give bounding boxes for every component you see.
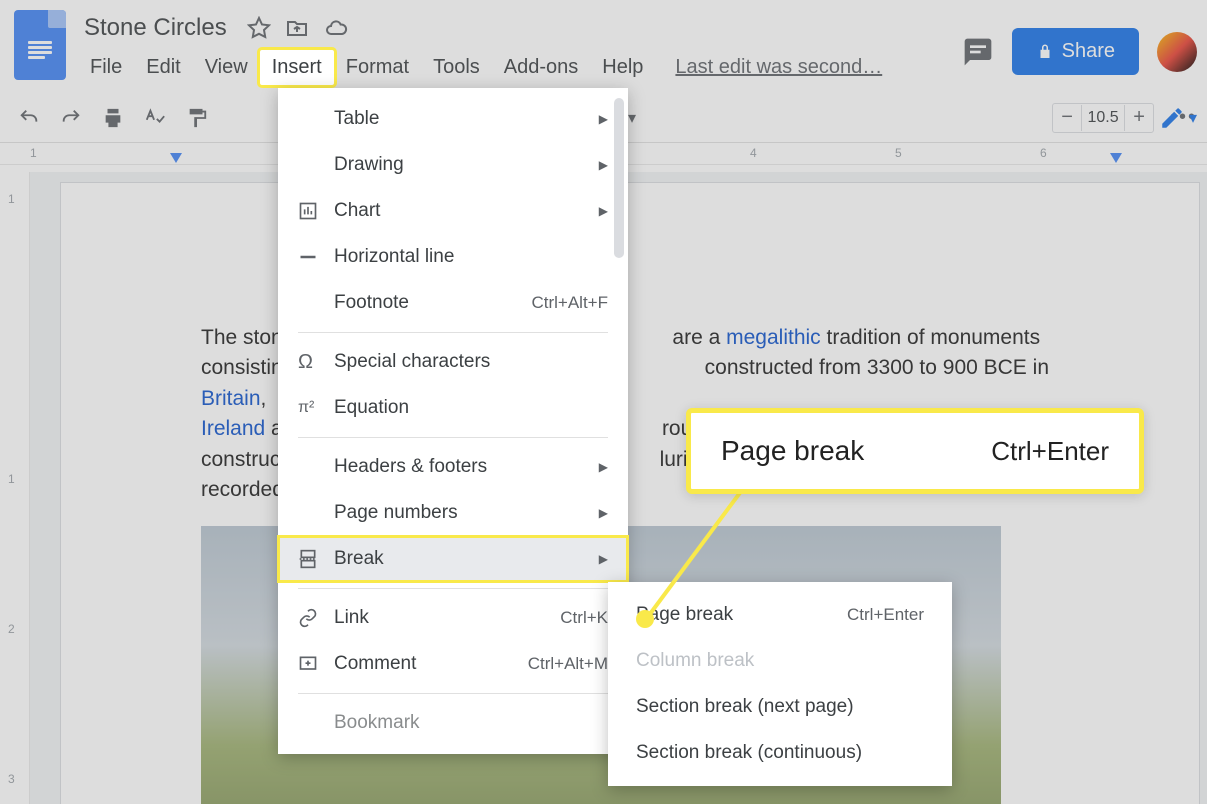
cloud-status-icon[interactable] — [323, 16, 349, 40]
font-size-decrease[interactable]: − — [1053, 104, 1081, 132]
submenu-section-break-next[interactable]: Section break (next page) — [608, 684, 952, 730]
ruler-tick: 1 — [30, 146, 37, 160]
move-icon[interactable] — [285, 16, 309, 40]
tutorial-callout: Page break Ctrl+Enter — [686, 408, 1144, 494]
menu-file[interactable]: File — [78, 50, 134, 85]
menu-separator — [298, 693, 608, 694]
vertical-ruler[interactable]: 1 1 2 3 — [0, 172, 30, 804]
last-edit-link[interactable]: Last edit was second… — [675, 56, 882, 79]
menu-item-break[interactable]: Break▶ — [278, 536, 628, 582]
menu-item-headers-footers[interactable]: Headers & footers▶ — [278, 444, 628, 490]
ruler-tick: 6 — [1040, 146, 1047, 160]
ruler-tick: 3 — [8, 772, 15, 786]
document-title[interactable]: Stone Circles — [78, 12, 233, 44]
link-ireland[interactable]: Ireland — [201, 417, 265, 440]
comment-icon — [298, 654, 334, 674]
callout-shortcut: Ctrl+Enter — [991, 436, 1109, 467]
menu-insert[interactable]: Insert — [260, 50, 334, 85]
account-avatar[interactable] — [1157, 32, 1197, 72]
submenu-page-break[interactable]: Page breakCtrl+Enter — [608, 592, 952, 638]
ruler-tick: 5 — [895, 146, 902, 160]
callout-label: Page break — [721, 435, 864, 467]
break-icon — [298, 549, 334, 569]
editing-mode-button[interactable]: ▾ — [1159, 105, 1197, 131]
menu-edit[interactable]: Edit — [134, 50, 192, 85]
link-britain[interactable]: Britain — [201, 387, 261, 410]
hline-icon — [298, 247, 334, 267]
share-button[interactable]: Share — [1012, 28, 1139, 75]
print-button[interactable] — [98, 103, 128, 133]
omega-icon: Ω — [298, 351, 334, 374]
menu-format[interactable]: Format — [334, 50, 421, 85]
ruler-right-marker[interactable] — [1110, 153, 1122, 163]
undo-button[interactable] — [14, 103, 44, 133]
submenu-section-break-continuous[interactable]: Section break (continuous) — [608, 730, 952, 776]
spellcheck-button[interactable] — [140, 103, 170, 133]
link-megalithic[interactable]: megalithic — [726, 326, 821, 349]
menu-help[interactable]: Help — [590, 50, 655, 85]
menu-item-table[interactable]: Table▶ — [278, 96, 628, 142]
font-size-control: − + — [1052, 103, 1154, 133]
menu-item-comment[interactable]: CommentCtrl+Alt+M — [278, 641, 628, 687]
ruler-indent-marker[interactable] — [170, 153, 182, 163]
comments-history-icon[interactable] — [962, 36, 994, 68]
menu-separator — [298, 588, 608, 589]
menu-view[interactable]: View — [193, 50, 260, 85]
break-submenu: Page breakCtrl+Enter Column break Sectio… — [608, 582, 952, 786]
menu-item-special-characters[interactable]: ΩSpecial characters — [278, 339, 628, 385]
share-button-label: Share — [1062, 40, 1115, 63]
link-icon — [298, 608, 334, 628]
insert-menu-dropdown: Table▶ Drawing▶ Chart▶ Horizontal line F… — [278, 88, 628, 754]
lock-icon — [1036, 43, 1054, 61]
menu-separator — [298, 437, 608, 438]
submenu-column-break: Column break — [608, 638, 952, 684]
ruler-tick: 2 — [8, 622, 15, 636]
star-icon[interactable] — [247, 16, 271, 40]
docs-logo-icon[interactable] — [14, 10, 66, 80]
callout-connector-dot — [636, 610, 654, 628]
menu-addons[interactable]: Add-ons — [492, 50, 591, 85]
menu-tools[interactable]: Tools — [421, 50, 492, 85]
menu-item-footnote[interactable]: FootnoteCtrl+Alt+F — [278, 280, 628, 326]
menu-separator — [298, 332, 608, 333]
app-header: Stone Circles File Edit View Insert Form… — [0, 0, 1207, 85]
menu-item-drawing[interactable]: Drawing▶ — [278, 142, 628, 188]
chart-icon — [298, 201, 334, 221]
paint-format-button[interactable] — [182, 103, 212, 133]
redo-button[interactable] — [56, 103, 86, 133]
menu-item-chart[interactable]: Chart▶ — [278, 188, 628, 234]
font-size-input[interactable] — [1081, 105, 1125, 131]
ruler-tick: 1 — [8, 472, 15, 486]
font-size-increase[interactable]: + — [1125, 104, 1153, 132]
menu-item-link[interactable]: LinkCtrl+K — [278, 595, 628, 641]
equation-icon: π² — [298, 399, 334, 417]
ruler-tick: 1 — [8, 192, 15, 206]
menu-item-page-numbers[interactable]: Page numbers▶ — [278, 490, 628, 536]
menu-item-bookmark[interactable]: Bookmark — [278, 700, 628, 746]
ruler-tick: 4 — [750, 146, 757, 160]
menu-item-horizontal-line[interactable]: Horizontal line — [278, 234, 628, 280]
menu-item-equation[interactable]: π²Equation — [278, 385, 628, 431]
